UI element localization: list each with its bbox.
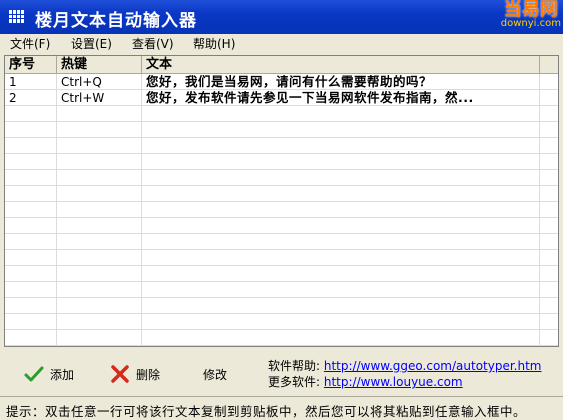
- checkmark-icon: [24, 366, 44, 382]
- menu-settings[interactable]: 设置(E): [71, 35, 112, 52]
- menu-file[interactable]: 文件(F): [10, 35, 50, 52]
- menu-bar: 文件(F) 设置(E) 查看(V) 帮助(H): [0, 34, 563, 52]
- links-panel: 软件帮助: http://www.ggeo.com/autotyper.htm …: [268, 358, 542, 390]
- help-label: 软件帮助:: [268, 359, 321, 373]
- edit-button-label: 修改: [203, 367, 228, 382]
- column-header-text[interactable]: 文本: [142, 56, 540, 73]
- more-software-link[interactable]: http://www.louyue.com: [324, 375, 463, 389]
- status-hint: 提示：双击任意一行可将该行文本复制到剪贴板中，然后您可以将其粘贴到任意输入框中。: [6, 404, 527, 419]
- column-header-hotkey[interactable]: 热键: [57, 56, 142, 73]
- empty-row: [5, 282, 558, 298]
- empty-row: [5, 250, 558, 266]
- empty-row: [5, 106, 558, 122]
- empty-row: [5, 234, 558, 250]
- header-spacer: [539, 56, 558, 73]
- row-index: 1: [9, 75, 17, 89]
- help-link[interactable]: http://www.ggeo.com/autotyper.htm: [324, 359, 542, 373]
- column-header-index[interactable]: 序号: [5, 56, 57, 73]
- hotkey-table[interactable]: 序号 热键 文本 1 Ctrl+Q 您好，我们是当易网，请问有什么需要帮助的吗？…: [4, 55, 559, 347]
- table-header: 序号 热键 文本: [5, 56, 558, 74]
- row-text: 您好，我们是当易网，请问有什么需要帮助的吗？: [146, 74, 433, 89]
- empty-row: [5, 122, 558, 138]
- cross-icon: [111, 365, 129, 383]
- row-hotkey: Ctrl+W: [61, 91, 105, 105]
- empty-row: [5, 218, 558, 234]
- empty-row: [5, 266, 558, 282]
- delete-button[interactable]: 删除: [110, 362, 160, 386]
- status-bar: 提示：双击任意一行可将该行文本复制到剪贴板中，然后您可以将其粘贴到任意输入框中。: [0, 396, 563, 420]
- title-bar[interactable]: 楼月文本自动输入器 当易网 downyi.com: [0, 0, 563, 34]
- row-text: 您好，发布软件请先参见一下当易网软件发布指南，然...: [146, 90, 474, 105]
- watermark-logo: 当易网 downyi.com: [500, 0, 561, 29]
- empty-row: [5, 202, 558, 218]
- table-body: 1 Ctrl+Q 您好，我们是当易网，请问有什么需要帮助的吗？ 2 Ctrl+W…: [5, 74, 558, 346]
- empty-row: [5, 170, 558, 186]
- delete-button-label: 删除: [136, 367, 161, 382]
- empty-row: [5, 314, 558, 330]
- empty-row: [5, 186, 558, 202]
- add-button[interactable]: 添加: [24, 362, 74, 386]
- table-row[interactable]: 1 Ctrl+Q 您好，我们是当易网，请问有什么需要帮助的吗？: [5, 74, 558, 90]
- row-index: 2: [9, 91, 17, 105]
- row-hotkey: Ctrl+Q: [61, 75, 102, 89]
- edit-button[interactable]: 修改: [203, 362, 227, 386]
- empty-row: [5, 154, 558, 170]
- app-icon: [9, 10, 24, 23]
- window-title: 楼月文本自动输入器: [35, 11, 197, 31]
- more-label: 更多软件:: [268, 375, 321, 389]
- table-row[interactable]: 2 Ctrl+W 您好，发布软件请先参见一下当易网软件发布指南，然...: [5, 90, 558, 106]
- menu-view[interactable]: 查看(V): [132, 35, 174, 52]
- empty-row: [5, 330, 558, 346]
- empty-row: [5, 298, 558, 314]
- empty-row: [5, 138, 558, 154]
- menu-help[interactable]: 帮助(H): [193, 35, 235, 52]
- add-button-label: 添加: [50, 367, 75, 382]
